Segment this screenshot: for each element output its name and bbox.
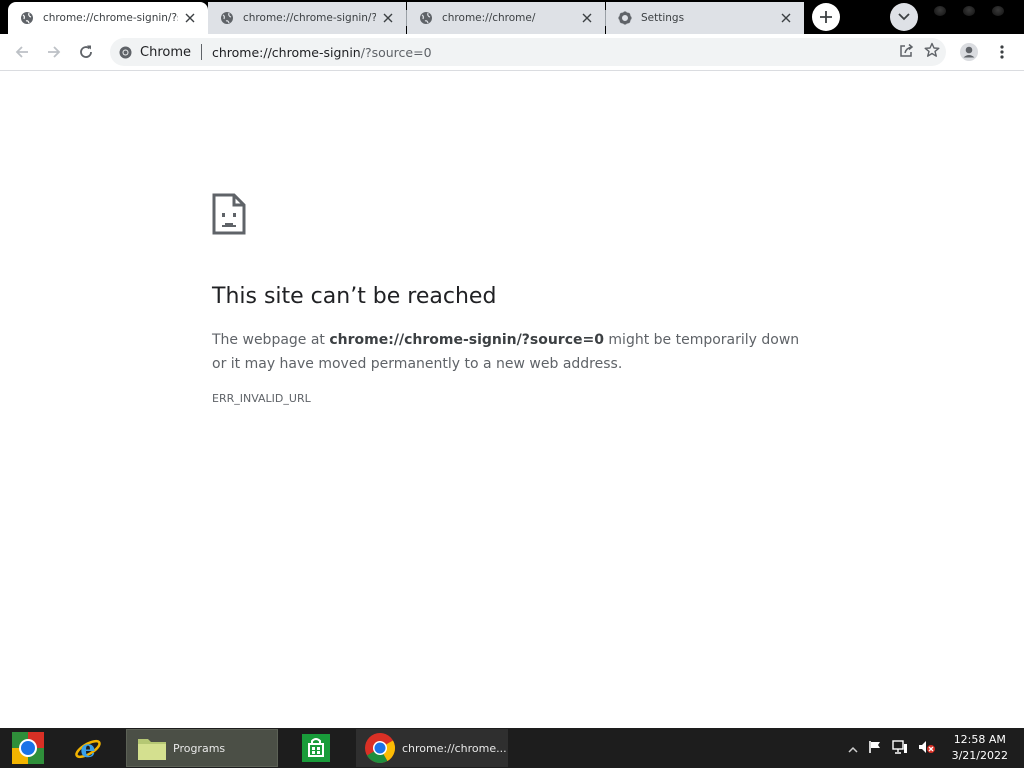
tab-settings[interactable]: Settings [606, 2, 804, 34]
reload-button[interactable] [73, 39, 99, 65]
chrome-launcher-icon [12, 732, 44, 764]
site-info-chip[interactable]: Chrome [110, 38, 191, 66]
reload-icon [80, 45, 92, 58]
chrome-logo-icon [119, 46, 132, 58]
folder-icon [138, 739, 166, 760]
close-tab-icon[interactable] [380, 10, 396, 26]
taskbar-chrome-launcher[interactable] [6, 729, 50, 767]
system-clock[interactable]: 12:58 AM 3/21/2022 [952, 732, 1008, 764]
browser-toolbar: Chrome chrome://chrome-signin/?source=0 [0, 34, 1024, 71]
omnibox-divider [201, 44, 202, 60]
taskbar: e Programs chrome://chrome... 12:58 AM 3… [0, 728, 1024, 768]
maximize-window-button[interactable] [963, 6, 975, 16]
store-icon [302, 734, 330, 762]
clock-date: 3/21/2022 [951, 749, 1008, 762]
taskbar-item-label: Programs [173, 741, 226, 755]
svg-text:e: e [80, 734, 95, 763]
bookmark-star-icon[interactable] [924, 42, 940, 62]
close-tab-icon[interactable] [182, 10, 198, 26]
tab-title: chrome://chrome-signin/?source=0 [243, 12, 376, 24]
arrow-right-icon [48, 46, 61, 58]
chevron-down-icon [898, 13, 910, 21]
volume-muted-icon[interactable] [918, 739, 936, 758]
plus-icon [820, 11, 832, 23]
url-text[interactable]: chrome://chrome-signin/?source=0 [212, 45, 899, 60]
internet-explorer-icon: e [75, 734, 101, 763]
globe-icon [220, 11, 234, 25]
tab-chrome-signin-1[interactable]: chrome://chrome-signin/?source=0 [8, 2, 208, 34]
minimize-window-button[interactable] [934, 6, 946, 16]
globe-icon [419, 11, 433, 25]
tab-chrome[interactable]: chrome://chrome/ [407, 2, 605, 34]
tab-strip: chrome://chrome-signin/?source=0 chrome:… [0, 0, 1024, 34]
tab-title: chrome://chrome/ [442, 12, 536, 24]
gear-icon [618, 11, 632, 25]
globe-icon [20, 11, 34, 25]
error-url: chrome://chrome-signin/?source=0 [329, 332, 604, 348]
error-desc-prefix: The webpage at [212, 332, 330, 348]
close-tab-icon[interactable] [778, 10, 794, 26]
site-chip-label: Chrome [140, 44, 191, 60]
back-button[interactable] [9, 39, 35, 65]
menu-button[interactable] [989, 39, 1015, 65]
address-bar[interactable]: Chrome chrome://chrome-signin/?source=0 [110, 38, 946, 66]
taskbar-store[interactable] [294, 729, 338, 767]
error-description: The webpage at chrome://chrome-signin/?s… [212, 328, 812, 376]
tab-title: Settings [641, 12, 685, 24]
new-tab-button[interactable] [812, 3, 840, 31]
system-tray [848, 728, 936, 768]
clock-time: 12:58 AM [953, 733, 1006, 746]
close-window-button[interactable] [992, 6, 1004, 16]
share-icon[interactable] [899, 43, 914, 62]
page-content: This site can’t be reached The webpage a… [0, 72, 1024, 728]
forward-button[interactable] [41, 39, 67, 65]
taskbar-item-label: chrome://chrome... [402, 741, 507, 755]
action-center-flag-icon[interactable] [868, 739, 882, 758]
tab-search-button[interactable] [890, 3, 918, 31]
tab-title: chrome://chrome-signin/?source=0 [43, 12, 178, 24]
chrome-icon [365, 733, 396, 764]
avatar-icon [960, 43, 978, 61]
close-tab-icon[interactable] [579, 10, 595, 26]
url-host: chrome://chrome-signin [212, 44, 361, 60]
sad-page-icon [212, 193, 246, 235]
error-title: This site can’t be reached [212, 284, 497, 309]
tab-chrome-signin-2[interactable]: chrome://chrome-signin/?source=0 [208, 2, 406, 34]
error-code: ERR_INVALID_URL [212, 392, 311, 405]
taskbar-programs[interactable]: Programs [126, 729, 278, 767]
taskbar-chrome-window[interactable]: chrome://chrome... [356, 729, 508, 767]
arrow-left-icon [15, 46, 28, 58]
network-icon[interactable] [892, 739, 908, 758]
chevron-up-icon[interactable] [848, 739, 858, 758]
taskbar-internet-explorer[interactable]: e [66, 729, 110, 767]
url-path: /?source=0 [360, 44, 432, 60]
kebab-menu-icon [1000, 45, 1004, 59]
profile-button[interactable] [956, 39, 982, 65]
